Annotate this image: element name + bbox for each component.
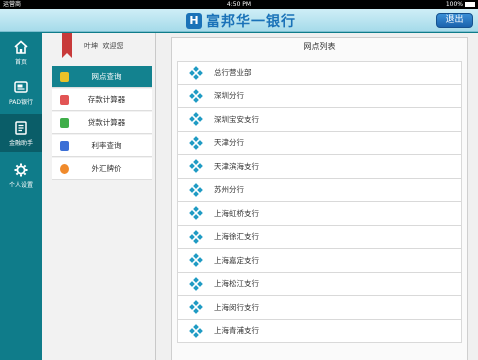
status-bar: 运营商 4:50 PM 100%: [0, 0, 478, 9]
diamond-bullet-icon: [189, 159, 203, 174]
branch-name: 深圳分行: [214, 91, 244, 101]
branch-row[interactable]: 上海嘉定支行: [177, 249, 462, 273]
bank-logo-icon: H: [186, 12, 202, 29]
diamond-bullet-icon: [189, 323, 203, 338]
battery-indicator: 100%: [446, 0, 475, 9]
gear-icon: [13, 162, 29, 178]
branch-name: 苏州分行: [214, 185, 244, 195]
branch-row[interactable]: 上海虹桥支行: [177, 202, 462, 226]
bookmark-ribbon-icon: [62, 33, 72, 58]
branch-row[interactable]: 深圳宝安支行: [177, 108, 462, 132]
diamond-bullet-icon: [189, 112, 203, 127]
deposit-calculator-icon: [60, 94, 69, 105]
branch-name: 上海嘉定支行: [214, 255, 259, 265]
home-icon: [13, 39, 29, 55]
menu-item-fx-rates[interactable]: 外汇牌价: [52, 158, 152, 180]
clock: 4:50 PM: [226, 1, 252, 8]
nav-item-pad-bank[interactable]: PAD银行: [0, 73, 42, 111]
pad-bank-icon: [13, 79, 29, 95]
finance-menu-panel: 叶坤 欢迎您 网点查询 存款计算器 贷款计算器 利率查询 外汇牌价: [42, 33, 156, 360]
brand: H 富邦华一银行: [186, 11, 296, 30]
branch-name: 上海松江支行: [214, 279, 259, 289]
diamond-bullet-icon: [189, 229, 203, 244]
diamond-bullet-icon: [189, 253, 203, 268]
user-name: 叶坤: [84, 42, 98, 50]
branch-row[interactable]: 天津滨海支行: [177, 155, 462, 179]
finance-assistant-icon: [13, 120, 29, 136]
branch-row[interactable]: 上海闵行支行: [177, 296, 462, 320]
diamond-bullet-icon: [189, 300, 203, 315]
branch-list: 总行营业部深圳分行深圳宝安支行 天津分行天津滨海支行 苏州分行上海虹桥支行 上海徐汇支…: [177, 61, 462, 343]
rate-chart-icon: [60, 140, 69, 151]
menu-label: 利率查询: [91, 141, 122, 150]
exit-button[interactable]: 退出: [436, 13, 473, 28]
nav-label-settings: 个人设置: [8, 181, 33, 189]
branch-name: 深圳宝安支行: [214, 114, 259, 124]
battery-icon: [465, 2, 475, 7]
nav-label-pad-bank: PAD银行: [9, 98, 33, 106]
nav-item-home[interactable]: 首页: [0, 33, 42, 71]
left-nav: 首页 PAD银行 金融助手 个人设置: [0, 33, 42, 360]
branch-name: 上海闵行支行: [214, 302, 259, 312]
diamond-bullet-icon: [189, 276, 203, 291]
branch-row[interactable]: 上海青浦支行: [177, 319, 462, 343]
branch-row[interactable]: 天津分行: [177, 131, 462, 155]
nav-label-home: 首页: [14, 58, 27, 66]
branch-list-card[interactable]: 网点列表 总行营业部深圳分行深圳宝安支行 天津分行天津滨海支行 苏州分行上海虹桥支行…: [171, 37, 468, 360]
location-icon: [60, 71, 69, 82]
branch-name: 天津分行: [214, 138, 244, 148]
branch-row[interactable]: 苏州分行: [177, 178, 462, 202]
menu-item-loan-calculator[interactable]: 贷款计算器: [52, 112, 152, 134]
diamond-bullet-icon: [189, 206, 203, 221]
menu-label: 网点查询: [91, 72, 122, 81]
nav-item-settings[interactable]: 个人设置: [0, 156, 42, 194]
nav-item-finance-assistant[interactable]: 金融助手: [0, 114, 42, 152]
branch-name: 总行营业部: [214, 68, 252, 78]
menu-label: 贷款计算器: [87, 118, 126, 127]
welcome-text: 欢迎您: [102, 42, 124, 50]
branch-name: 上海青浦支行: [214, 326, 259, 336]
branch-row[interactable]: 上海松江支行: [177, 272, 462, 296]
branch-name: 上海虹桥支行: [214, 208, 259, 218]
loan-calculator-icon: [60, 117, 69, 128]
branch-name: 天津滨海支行: [214, 161, 259, 171]
branch-row[interactable]: 上海徐汇支行: [177, 225, 462, 249]
nav-label-finance-assistant: 金融助手: [8, 139, 33, 147]
menu-item-rate-query[interactable]: 利率查询: [52, 135, 152, 157]
branch-list-title: 网点列表: [303, 42, 336, 51]
branch-list-panel: 网点列表 总行营业部深圳分行深圳宝安支行 天津分行天津滨海支行 苏州分行上海虹桥支行…: [156, 33, 478, 360]
menu-item-deposit-calculator[interactable]: 存款计算器: [52, 89, 152, 111]
app-header: H 富邦华一银行 退出: [0, 9, 478, 32]
branch-row[interactable]: 深圳分行: [177, 84, 462, 108]
battery-percent: 100%: [445, 1, 463, 8]
diamond-bullet-icon: [189, 135, 203, 150]
branch-row[interactable]: 总行营业部: [177, 61, 462, 85]
fx-rate-icon: [60, 163, 69, 174]
diamond-bullet-icon: [189, 182, 203, 197]
menu-label: 外汇牌价: [91, 164, 122, 173]
greeting: 叶坤 欢迎您: [84, 41, 123, 51]
diamond-bullet-icon: [189, 88, 203, 103]
diamond-bullet-icon: [189, 65, 203, 80]
menu-label: 存款计算器: [87, 95, 126, 104]
menu-item-branch-search[interactable]: 网点查询: [52, 66, 152, 88]
branch-name: 上海徐汇支行: [214, 232, 259, 242]
bank-name: 富邦华一银行: [206, 13, 296, 30]
